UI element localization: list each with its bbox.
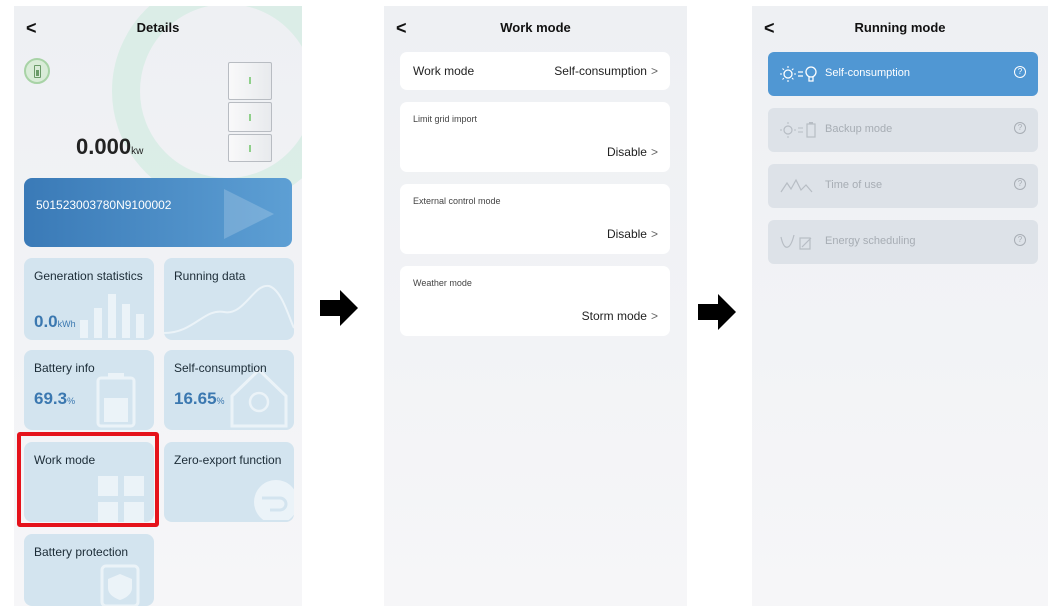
sun-battery-icon	[780, 122, 816, 138]
mode-label: Self-consumption	[825, 67, 910, 79]
battery-icon	[96, 373, 136, 428]
mode-label: Time of use	[825, 179, 883, 191]
page-title: Running mode	[854, 20, 946, 35]
weather-mode-value: Storm mode	[581, 309, 647, 323]
page-title: Details	[136, 20, 180, 35]
work-mode-value: Self-consumption	[554, 64, 647, 78]
device-serial: 501523003780N9100002	[36, 198, 172, 212]
work-mode-highlight	[17, 432, 159, 527]
chevron-right-icon: >	[650, 145, 658, 159]
mode-energy-scheduling[interactable]: Energy scheduling ?	[768, 220, 1038, 264]
value-number: 0.0	[34, 312, 58, 331]
device-serial-card[interactable]: 501523003780N9100002	[24, 178, 292, 247]
shield-battery-icon	[100, 564, 140, 606]
chevron-right-icon: >	[650, 64, 658, 78]
help-icon[interactable]: ?	[1014, 234, 1026, 246]
battery-soc-value: 69.3%	[34, 389, 75, 409]
work-mode-screen: < Work mode Work mode Self-consumption > …	[384, 6, 687, 606]
arrow-right-icon	[320, 290, 358, 326]
limit-grid-import-card[interactable]: Limit grid import Disable >	[400, 102, 670, 172]
back-icon[interactable]: <	[396, 18, 407, 39]
value-unit: kWh	[57, 319, 76, 329]
work-mode-label: Work mode	[413, 64, 475, 78]
external-control-mode-value: Disable	[606, 227, 647, 241]
mode-backup[interactable]: Backup mode ?	[768, 108, 1038, 152]
battery-status-icon[interactable]	[24, 58, 50, 84]
page-title: Work mode	[500, 20, 571, 35]
self-consumption-value: 16.65%	[174, 389, 225, 409]
help-icon[interactable]: ?	[1014, 122, 1026, 134]
tile-running-data[interactable]: Running data	[164, 258, 294, 340]
weather-mode-label: Weather mode	[413, 278, 472, 288]
running-mode-header: < Running mode	[752, 18, 1048, 40]
limit-grid-import-label: Limit grid import	[413, 114, 478, 124]
tile-label: Work mode	[34, 453, 96, 467]
value-unit: %	[67, 396, 76, 406]
generation-value: 0.0kWh	[34, 312, 76, 332]
mode-self-consumption[interactable]: Self-consumption ?	[768, 52, 1038, 96]
tile-self-consumption[interactable]: Self-consumption 16.65%	[164, 350, 294, 430]
work-mode-header: < Work mode	[384, 18, 687, 40]
external-control-mode-card[interactable]: External control mode Disable >	[400, 184, 670, 254]
power-value: 0.000	[76, 134, 132, 159]
back-icon[interactable]: <	[26, 18, 37, 39]
price-curve-icon	[780, 178, 813, 193]
power-unit: kw	[131, 146, 144, 157]
value-number: 69.3	[34, 389, 68, 408]
tile-battery-protection[interactable]: Battery protection	[24, 534, 154, 606]
help-icon[interactable]: ?	[1014, 178, 1026, 190]
power-readout: 0.000kw	[76, 134, 143, 160]
mode-time-of-use[interactable]: Time of use ?	[768, 164, 1038, 208]
mode-label: Backup mode	[825, 123, 893, 135]
work-mode-row[interactable]: Work mode Self-consumption >	[400, 52, 670, 90]
back-icon[interactable]: <	[764, 18, 775, 39]
battery-cabinet-image	[222, 62, 280, 166]
wave-chart-icon	[164, 284, 294, 334]
limit-grid-import-value: Disable	[606, 145, 647, 159]
logo-watermark-icon	[224, 189, 274, 239]
tile-generation-statistics[interactable]: Generation statistics 0.0kWh	[24, 258, 154, 340]
running-mode-screen: < Running mode Self-consumption ? Backup…	[752, 6, 1048, 606]
tile-label: Generation statistics	[34, 269, 143, 283]
external-control-mode-label: External control mode	[413, 196, 501, 206]
return-arrow-icon	[254, 480, 294, 520]
details-screen: < Details 0.000kw 501523003780N9100002 G…	[14, 6, 302, 606]
value-unit: %	[216, 396, 225, 406]
weather-mode-card[interactable]: Weather mode Storm mode >	[400, 266, 670, 336]
chevron-right-icon: >	[650, 227, 658, 241]
tile-label: Battery protection	[34, 545, 129, 559]
tile-label: Battery info	[34, 361, 95, 375]
tile-label: Self-consumption	[174, 361, 267, 375]
value-number: 16.65	[174, 389, 217, 408]
tile-label: Zero-export function	[174, 453, 282, 467]
help-icon[interactable]: ?	[1014, 66, 1026, 78]
schedule-curve-icon	[780, 234, 812, 250]
details-header: < Details	[14, 18, 302, 40]
tile-label: Running data	[174, 269, 246, 283]
arrow-right-icon	[698, 294, 736, 330]
tile-battery-info[interactable]: Battery info 69.3%	[24, 350, 154, 430]
sun-bulb-icon	[780, 66, 817, 82]
mode-label: Energy scheduling	[825, 235, 916, 247]
chevron-right-icon: >	[650, 309, 658, 323]
tile-zero-export[interactable]: Zero-export function	[164, 442, 294, 522]
bar-chart-icon	[80, 294, 144, 338]
